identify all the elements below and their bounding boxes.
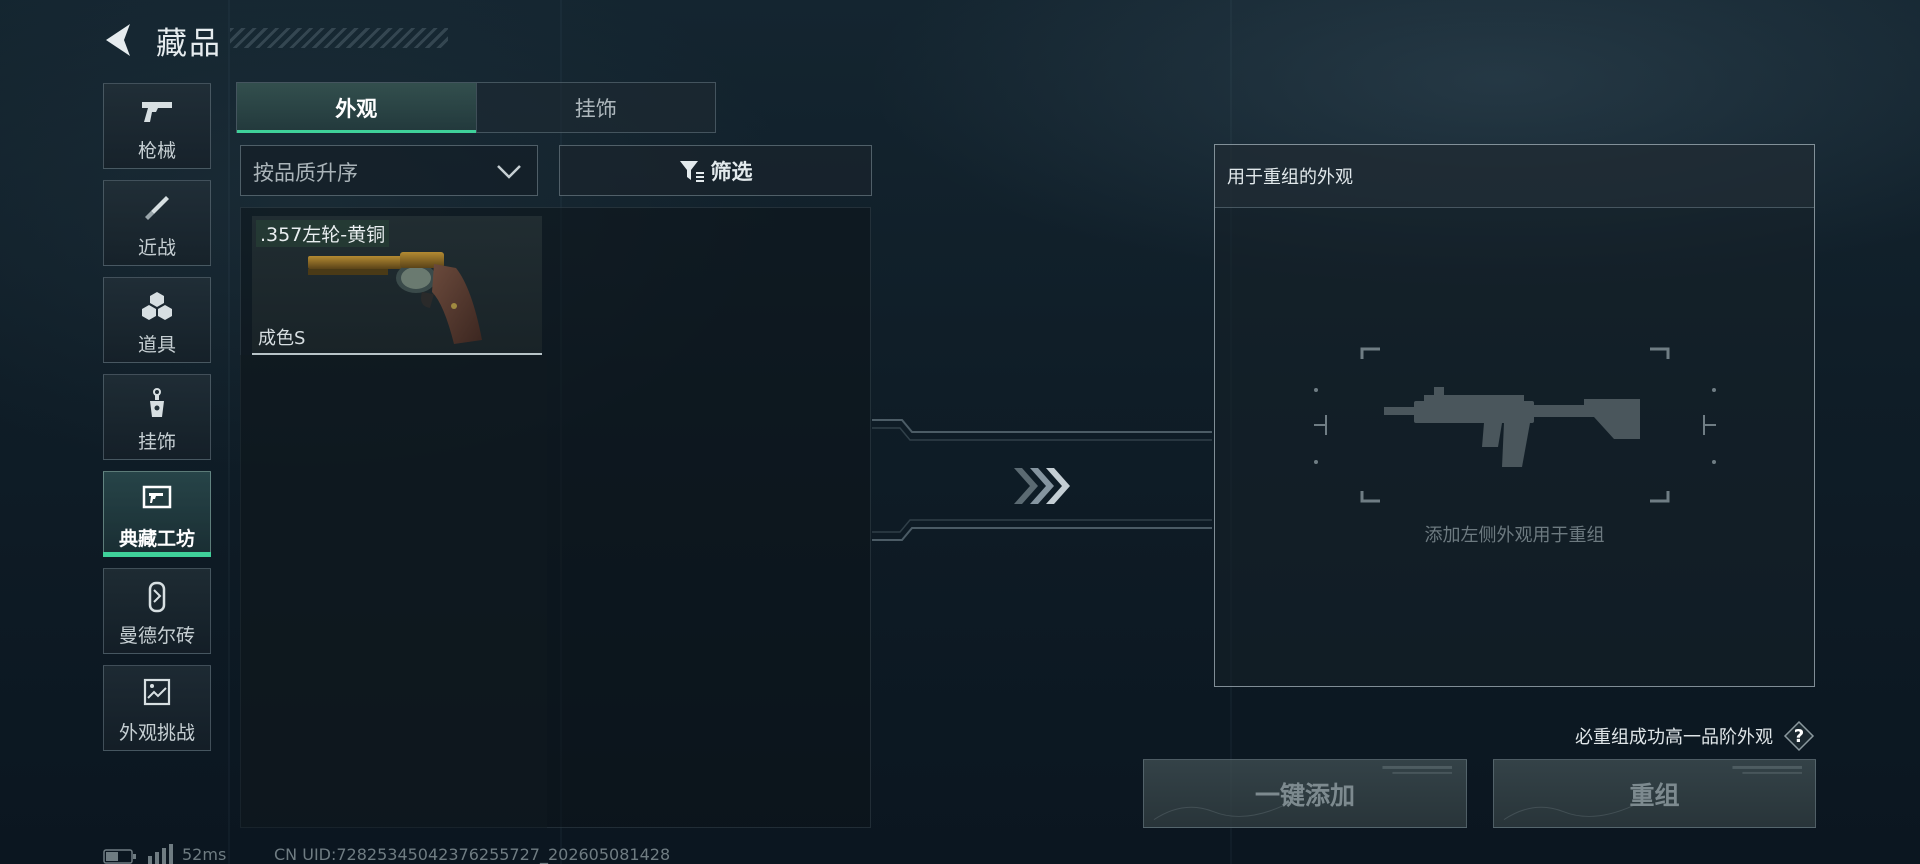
recombine-button[interactable]: 重组	[1493, 759, 1816, 828]
sidebar-item-charms[interactable]: 挂饰	[103, 374, 211, 460]
sidebar-item-label: 挂饰	[137, 431, 176, 453]
sidebar-item-label: 枪械	[137, 140, 176, 162]
back-arrow-icon[interactable]	[100, 20, 140, 60]
forward-chevrons-icon	[1014, 468, 1070, 504]
sidebar-item-label: 曼德尔砖	[118, 625, 195, 647]
screen: 藏品 枪械 近战 道具 挂饰 典藏工坊 曼德尔砖 外观挑战 外观 挂饰 按品质升…	[0, 0, 1920, 864]
card-underline	[252, 353, 542, 355]
skin-grade: 成色S	[258, 328, 306, 349]
brick-icon	[104, 581, 210, 613]
player-uid: CN UID:7282534504237625572‍7_20260508142…	[274, 845, 671, 864]
ping-readout: 52ms	[182, 845, 227, 864]
sidebar-item-melee[interactable]: 近战	[103, 180, 211, 266]
quick-add-label: 一键添加	[1254, 780, 1355, 810]
page-title: 藏品	[156, 26, 222, 62]
skin-card[interactable]: .357左轮-黄铜 成色S	[252, 216, 542, 355]
title-decoration	[230, 28, 448, 48]
recombine-label: 重组	[1629, 780, 1680, 810]
battery-icon	[103, 849, 136, 864]
skin-name: .357左轮-黄铜	[256, 220, 390, 247]
category-tabs: 外观 挂饰	[236, 82, 716, 133]
sidebar-item-label: 外观挑战	[118, 722, 195, 744]
active-indicator	[103, 552, 211, 557]
sidebar-item-skin-challenge[interactable]: 外观挑战	[103, 665, 211, 751]
sidebar-item-mandel-brick[interactable]: 曼德尔砖	[103, 568, 211, 654]
charm-icon	[104, 387, 210, 419]
tab-appearance[interactable]: 外观	[237, 83, 476, 133]
sort-dropdown[interactable]: 按品质升序	[240, 145, 538, 196]
bg-streak	[228, 0, 230, 864]
grenade-cluster-icon	[104, 290, 210, 322]
revolver-brass-icon	[308, 252, 482, 344]
sidebar-item-gadgets[interactable]: 道具	[103, 277, 211, 363]
challenge-map-icon	[104, 678, 210, 710]
sidebar-item-workshop[interactable]: 典藏工坊	[103, 471, 211, 557]
sidebar-item-firearms[interactable]: 枪械	[103, 83, 211, 169]
workshop-frame-icon	[104, 484, 210, 516]
sidebar-item-label: 近战	[137, 237, 176, 259]
signal-icon	[148, 844, 173, 864]
help-icon[interactable]: ?	[1783, 720, 1815, 752]
quick-add-button[interactable]: 一键添加	[1143, 759, 1467, 828]
rifle-placeholder-icon	[1384, 387, 1640, 467]
filter-label: 筛选	[710, 159, 753, 184]
sidebar-item-label: 道具	[137, 334, 176, 356]
sidebar-item-label: 典藏工坊	[118, 528, 195, 550]
recombine-success-hint: 必重组成功高一品阶外观	[1575, 727, 1773, 748]
recombine-empty-hint: 添加左侧外观用于重组	[1424, 525, 1605, 546]
recombine-panel-header: 用于重组的外观	[1215, 145, 1814, 208]
filter-button[interactable]: 筛选	[559, 145, 872, 196]
pistol-icon	[104, 96, 210, 128]
knife-icon	[104, 193, 210, 225]
sort-label: 按品质升序	[253, 161, 358, 185]
recombine-panel-title: 用于重组的外观	[1227, 167, 1353, 188]
help-label: ?	[1794, 726, 1804, 747]
skin-list-column	[240, 355, 547, 828]
filter-funnel-icon	[679, 160, 704, 182]
tab-charms[interactable]: 挂饰	[475, 83, 716, 132]
chevron-down-icon	[497, 165, 521, 179]
